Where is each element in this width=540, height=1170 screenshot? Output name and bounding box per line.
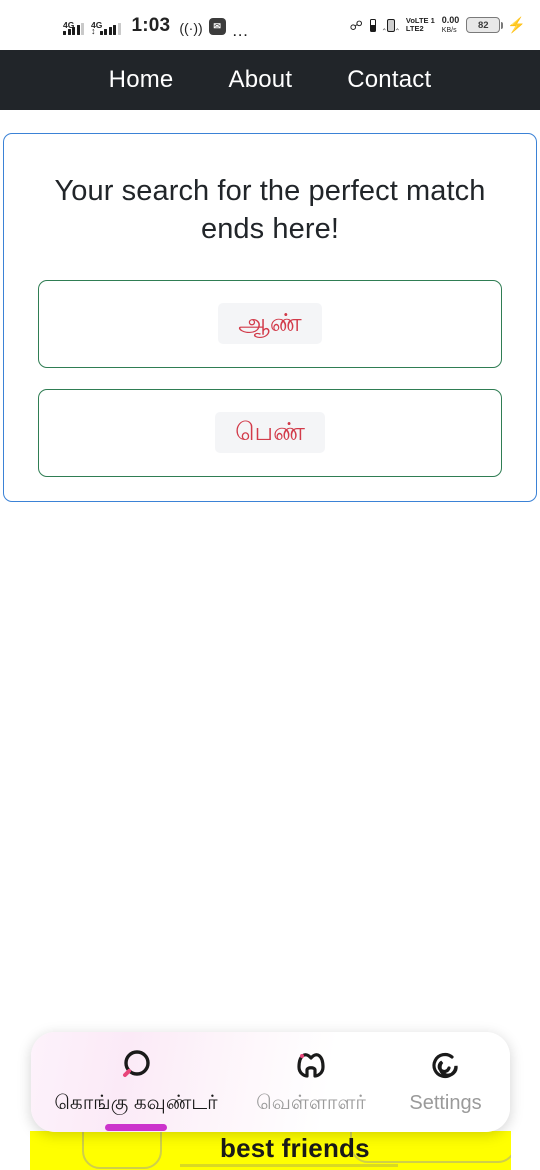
home-icon [291, 1044, 331, 1086]
app-badge-icon: ✉ [208, 17, 226, 35]
gender-option-male[interactable]: ஆண் [38, 279, 502, 368]
spiral-refresh-icon [426, 1044, 466, 1086]
nav-link-home[interactable]: Home [109, 66, 174, 94]
gender-option-male-label: ஆண் [218, 302, 322, 345]
vibrate-icon: ‸ ‸ [382, 18, 399, 32]
active-tab-indicator [105, 1124, 167, 1131]
page-title: Your search for the perfect match ends h… [54, 175, 486, 246]
bottom-nav-item-kongu-gounder[interactable]: கொங்கு கவுண்டர் [31, 1044, 241, 1131]
banner-shape-left [82, 1131, 162, 1169]
bottom-nav-item-vellalar[interactable]: வெள்ளாளர் [241, 1044, 381, 1115]
hero-card: Your search for the perfect match ends h… [3, 133, 537, 502]
bottom-nav-label-vellalar: வெள்ளாளர் [256, 1092, 366, 1114]
gender-option-female-label: பெண் [215, 411, 325, 454]
banner-shape-right [350, 1131, 511, 1163]
more-dots-icon: … [231, 20, 250, 40]
status-bar: 4G 4G ↕ 1:03 ((·)) ✉ … ☍ ‸ ‸ VoLTE 1 LTE2 [0, 0, 540, 50]
status-bar-left: 4G 4G ↕ 1:03 ((·)) ✉ … [62, 14, 250, 40]
sim-card-icon [369, 18, 376, 32]
banner-text: best friends [220, 1133, 370, 1163]
top-navigation-bar: Home About Contact [0, 50, 540, 110]
wifi-calling-icon: ((·)) [179, 19, 203, 36]
phone-screen: 4G 4G ↕ 1:03 ((·)) ✉ … ☍ ‸ ‸ VoLTE 1 LTE2 [0, 0, 540, 1170]
nav-link-contact[interactable]: Contact [347, 66, 431, 94]
bottom-nav-label-settings: Settings [409, 1092, 482, 1114]
signal-strength-sim1-icon: 4G [62, 19, 84, 35]
battery-indicator: 82 [466, 17, 504, 33]
data-rate-value: 0.00 [441, 14, 460, 25]
bottom-navigation-bar: கொங்கு கவுண்டர் வெள்ளாளர் Settings [31, 1032, 510, 1132]
banner-underline [180, 1164, 398, 1167]
background-banner: best friends [30, 1131, 511, 1170]
data-rate-unit: KB/s [441, 26, 457, 34]
status-bar-right: ☍ ‸ ‸ VoLTE 1 LTE2 0.00 KB/s 82 ⚡ [349, 14, 526, 35]
bluetooth-icon: ☍ [349, 17, 363, 33]
bottom-nav-item-settings[interactable]: Settings [381, 1044, 510, 1115]
network-type-sim1: 4G [63, 19, 75, 30]
nav-link-about[interactable]: About [228, 66, 292, 94]
search-ring-icon [116, 1044, 156, 1086]
volte-line-2: LTE2 [405, 24, 424, 33]
signal-strength-sim2-icon: 4G ↕ [90, 19, 121, 35]
status-bar-clock: 1:03 [131, 14, 171, 36]
charging-bolt-icon: ⚡ [507, 16, 526, 34]
signal-bars-sim2 [99, 22, 121, 35]
volte-indicator: VoLTE 1 LTE2 [405, 16, 435, 34]
data-rate-indicator: 0.00 KB/s [441, 14, 460, 35]
gender-option-female[interactable]: பெண் [38, 388, 502, 477]
network-type-sim2: 4G [91, 19, 103, 30]
bottom-nav-label-kongu-gounder: கொங்கு கவுண்டர் [54, 1092, 218, 1114]
